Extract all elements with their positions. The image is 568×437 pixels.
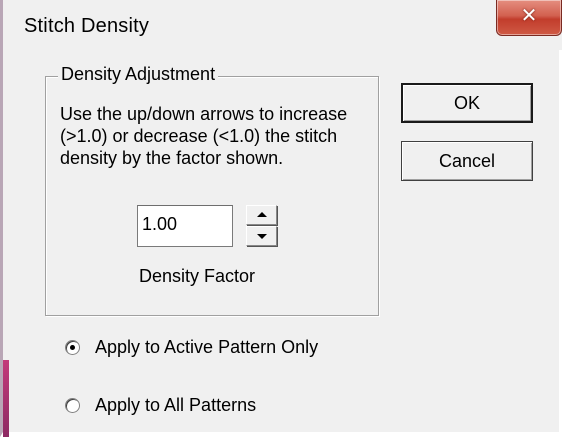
radio-selected-dot (70, 345, 75, 350)
density-factor-input[interactable]: 1.00 (137, 205, 233, 247)
apply-active-radio[interactable] (65, 340, 80, 355)
ok-button[interactable]: OK (401, 83, 533, 123)
instructions-text: Use the up/down arrows to increase (>1.0… (60, 103, 378, 169)
spin-down-arrow-icon (257, 234, 267, 239)
instruction-line: Use the up/down arrows to increase (60, 104, 348, 124)
title-bar[interactable]: Stitch Density ✕ (6, 0, 562, 50)
close-button[interactable]: ✕ (496, 0, 562, 36)
close-icon: ✕ (520, 3, 538, 27)
apply-all-label[interactable]: Apply to All Patterns (95, 395, 256, 416)
apply-active-label[interactable]: Apply to Active Pattern Only (95, 337, 318, 358)
apply-all-radio[interactable] (65, 398, 80, 413)
stitch-density-dialog: Stitch Density ✕ Density Adjustment Use … (0, 0, 568, 437)
spin-down-button[interactable] (246, 226, 277, 246)
group-legend: Density Adjustment (58, 64, 219, 85)
density-spinner[interactable] (246, 205, 277, 247)
cancel-button[interactable]: Cancel (401, 141, 533, 181)
instruction-line: density by the factor shown. (60, 148, 284, 168)
density-factor-label: Density Factor (139, 266, 256, 286)
dialog-title: Stitch Density (24, 15, 150, 37)
spin-up-arrow-icon (257, 212, 267, 217)
spin-up-button[interactable] (246, 205, 277, 225)
background-window-edge (3, 360, 9, 437)
instruction-line: (>1.0) or decrease (<1.0) the stitch (60, 126, 338, 146)
